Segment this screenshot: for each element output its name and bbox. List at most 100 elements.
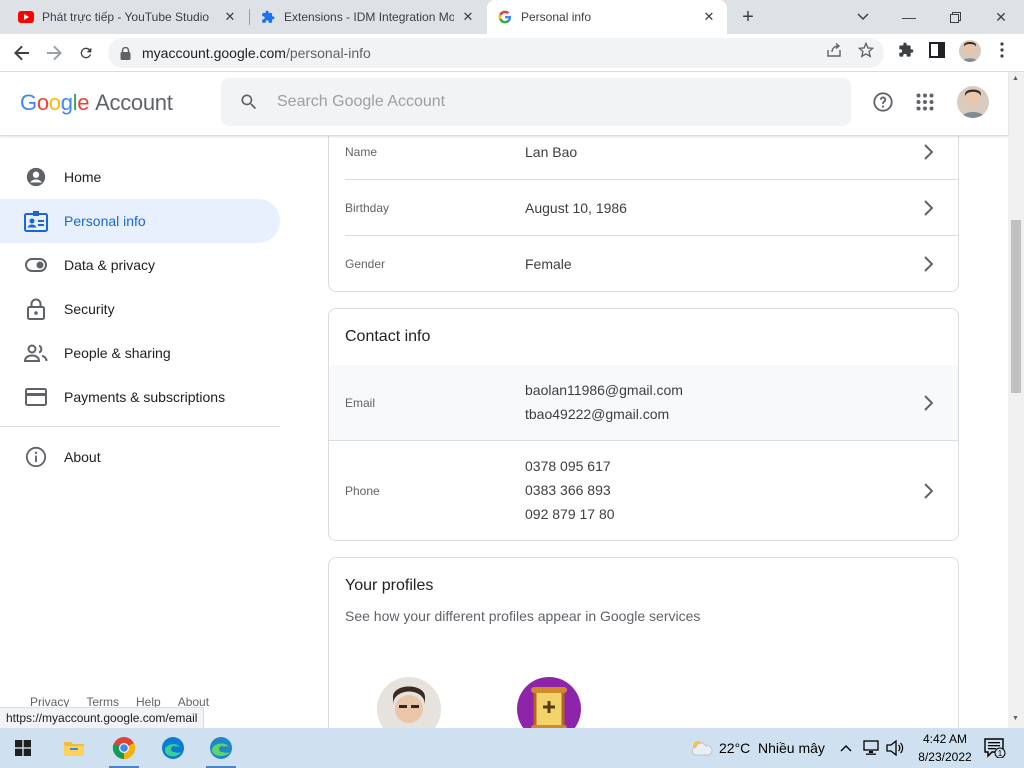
back-arrow-icon[interactable] bbox=[8, 39, 36, 67]
weather-cloud-icon[interactable] bbox=[686, 728, 716, 768]
weather-condition[interactable]: Nhiều mây bbox=[758, 740, 825, 756]
page-scrollbar[interactable]: ▲ ▼ bbox=[1008, 72, 1024, 728]
gender-label: Gender bbox=[345, 256, 386, 271]
sidebar-item-people-sharing[interactable]: People & sharing bbox=[0, 331, 280, 375]
search-input[interactable] bbox=[277, 93, 777, 111]
tab-search-icon[interactable] bbox=[840, 0, 886, 34]
account-header: Google Account bbox=[0, 72, 1008, 136]
bookmark-star-icon[interactable] bbox=[857, 41, 875, 59]
email-label: Email bbox=[345, 395, 376, 410]
clock-time: 4:42 AM bbox=[922, 732, 968, 746]
google-account-logo[interactable]: Google Account bbox=[20, 90, 173, 116]
help-icon[interactable] bbox=[871, 90, 895, 114]
phone-number: 092 879 17 80 bbox=[525, 506, 615, 522]
contact-info-card: Contact info Email baolan11986@gmail.com… bbox=[328, 308, 959, 541]
lock-icon[interactable] bbox=[120, 46, 134, 60]
email-primary: baolan11986@gmail.com bbox=[525, 382, 683, 398]
phone-values: 0378 095 617 0383 366 893 092 879 17 80 bbox=[525, 454, 615, 526]
sidebar-item-label: Home bbox=[64, 169, 102, 185]
search-box[interactable] bbox=[221, 78, 851, 126]
tab-title: Extensions - IDM Integration Mo bbox=[284, 10, 454, 24]
notification-center-icon[interactable]: 1 bbox=[980, 728, 1010, 768]
chrome-taskbar-icon[interactable] bbox=[101, 728, 147, 768]
clock-date: 8/23/2022 bbox=[918, 750, 972, 764]
youtube-icon bbox=[18, 9, 34, 25]
search-icon[interactable] bbox=[221, 92, 277, 112]
sidebar-item-personal-info[interactable]: Personal info bbox=[0, 199, 280, 243]
menu-kebab-icon[interactable] bbox=[993, 41, 1011, 59]
file-explorer-icon[interactable] bbox=[51, 728, 97, 768]
name-label: Name bbox=[345, 144, 378, 159]
network-icon[interactable] bbox=[860, 728, 882, 768]
sidebar-item-data-privacy[interactable]: Data & privacy bbox=[0, 243, 280, 287]
badge-icon bbox=[24, 209, 48, 233]
close-tab-icon[interactable]: ✕ bbox=[701, 9, 717, 25]
email-values: baolan11986@gmail.com tbao49222@gmail.co… bbox=[525, 378, 683, 426]
edge-dev-taskbar-icon[interactable] bbox=[198, 728, 244, 768]
google-wordmark: Google bbox=[20, 90, 90, 115]
profiles-title: Your profiles bbox=[345, 577, 434, 594]
credit-card-icon bbox=[24, 385, 48, 409]
lock-icon bbox=[24, 297, 48, 321]
sidebar-item-security[interactable]: Security bbox=[0, 287, 280, 331]
new-tab-button[interactable]: + bbox=[737, 6, 759, 28]
edge-taskbar-icon[interactable] bbox=[150, 728, 196, 768]
scrollbar-thumb[interactable] bbox=[1011, 220, 1021, 393]
sidebar-item-label: About bbox=[64, 449, 101, 465]
birthday-label: Birthday bbox=[345, 200, 390, 215]
profiles-subtitle: See how your different profiles appear i… bbox=[345, 608, 701, 624]
reload-icon[interactable] bbox=[72, 39, 100, 67]
profile-avatar[interactable] bbox=[959, 40, 981, 62]
tab-extensions[interactable]: Extensions - IDM Integration Mo ✕ bbox=[250, 0, 486, 34]
email-secondary: tbao49222@gmail.com bbox=[525, 406, 670, 422]
email-row[interactable]: Email baolan11986@gmail.com tbao49222@gm… bbox=[329, 365, 958, 440]
google-g-icon bbox=[497, 9, 513, 25]
close-tab-icon[interactable]: ✕ bbox=[222, 9, 238, 25]
sidebar-item-home[interactable]: Home bbox=[0, 155, 280, 199]
sidebar-item-label: Data & privacy bbox=[64, 257, 156, 273]
info-icon bbox=[24, 445, 48, 469]
gender-row[interactable]: Gender Female bbox=[329, 236, 958, 291]
apps-grid-icon[interactable] bbox=[913, 90, 937, 114]
share-icon[interactable] bbox=[825, 41, 843, 59]
sidebar-item-label: Payments & subscriptions bbox=[64, 389, 226, 405]
system-clock[interactable]: 4:42 AM 8/23/2022 bbox=[912, 730, 978, 766]
minimize-button[interactable]: — bbox=[886, 0, 932, 34]
contact-info-title: Contact info bbox=[345, 328, 431, 345]
scroll-down-arrow-icon[interactable]: ▼ bbox=[1012, 715, 1019, 722]
url-path: /personal-info bbox=[285, 45, 371, 61]
phone-row[interactable]: Phone 0378 095 617 0383 366 893 092 879 … bbox=[329, 441, 958, 541]
url-host: myaccount.google.com bbox=[142, 45, 286, 61]
tab-title: Phát trực tiếp - YouTube Studio bbox=[42, 10, 210, 24]
tab-youtube-studio[interactable]: Phát trực tiếp - YouTube Studio ✕ bbox=[8, 0, 248, 34]
toggle-icon bbox=[24, 253, 48, 277]
extensions-puzzle-icon[interactable] bbox=[897, 41, 915, 59]
sidebar-nav: Home Personal info Data & privacy Securi… bbox=[0, 136, 296, 728]
volume-icon[interactable] bbox=[884, 728, 906, 768]
restore-button[interactable] bbox=[932, 0, 978, 34]
forward-arrow-icon[interactable] bbox=[40, 39, 68, 67]
scroll-up-arrow-icon[interactable]: ▲ bbox=[1012, 75, 1019, 82]
address-bar[interactable]: myaccount.google.com/personal-info bbox=[108, 38, 884, 68]
birthday-row[interactable]: Birthday August 10, 1986 bbox=[329, 180, 958, 235]
birthday-value: August 10, 1986 bbox=[525, 199, 627, 216]
sidebar-item-label: Security bbox=[64, 301, 115, 317]
sidebar-item-payments[interactable]: Payments & subscriptions bbox=[0, 375, 280, 419]
side-panel-icon[interactable] bbox=[928, 41, 946, 59]
browser-toolbar: myaccount.google.com/personal-info bbox=[0, 34, 1024, 72]
close-tab-icon[interactable]: ✕ bbox=[460, 9, 476, 25]
tab-title: Personal info bbox=[521, 10, 592, 24]
chevron-up-icon[interactable] bbox=[835, 728, 857, 768]
weather-temperature[interactable]: 22°C bbox=[719, 740, 750, 756]
account-wordmark: Account bbox=[95, 90, 173, 115]
chevron-right-icon bbox=[916, 252, 940, 276]
status-url-bubble: https://myaccount.google.com/email bbox=[0, 707, 205, 728]
tab-personal-info[interactable]: Personal info ✕ bbox=[487, 0, 727, 34]
tab-strip: Phát trực tiếp - YouTube Studio ✕ Extens… bbox=[0, 0, 1024, 34]
account-avatar[interactable] bbox=[957, 86, 989, 118]
sidebar-item-label: People & sharing bbox=[64, 345, 171, 361]
sidebar-item-about[interactable]: About bbox=[0, 435, 280, 479]
close-window-button[interactable]: ✕ bbox=[978, 0, 1024, 34]
windows-start-icon[interactable] bbox=[0, 728, 46, 768]
name-value: Lan Bao bbox=[525, 143, 578, 160]
